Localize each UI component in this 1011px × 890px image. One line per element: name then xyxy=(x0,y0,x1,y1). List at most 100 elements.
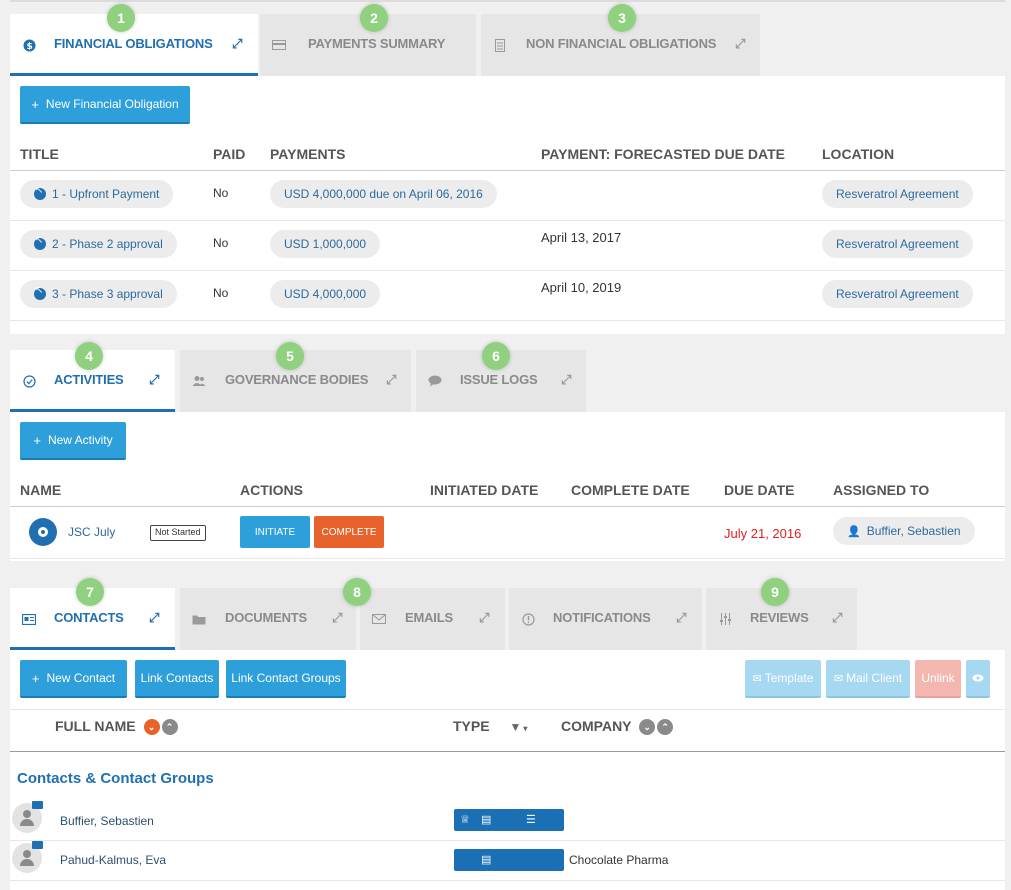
view-button[interactable] xyxy=(966,660,990,698)
callout-badge: 5 xyxy=(276,342,304,370)
obligation-title-link[interactable]: 2 - Phase 2 approval xyxy=(20,230,177,258)
tab-label: ISSUE LOGS xyxy=(460,372,538,387)
sort-asc-icon[interactable]: ⌃ xyxy=(161,719,178,736)
location-pill[interactable]: Resveratrol Agreement xyxy=(822,180,973,208)
callout-badge: 9 xyxy=(761,578,789,606)
folder-icon xyxy=(192,612,206,626)
callout-badge: 3 xyxy=(608,4,636,32)
assignee-pill[interactable]: 👤 Buffier, Sebastien xyxy=(833,517,975,545)
header-divider xyxy=(10,170,1005,171)
expand-icon[interactable]: ⤢ xyxy=(149,610,159,626)
contacts-panel: CONTACTS ⤢ DOCUMENTS ⤢ EMAILS ⤢ NOTIFICA… xyxy=(10,588,1005,890)
col-label: FULL NAME xyxy=(55,718,136,734)
payment-pill[interactable]: USD 1,000,000 xyxy=(270,230,381,258)
expand-icon[interactable]: ⤢ xyxy=(332,610,342,626)
col-location[interactable]: LOCATION xyxy=(822,146,894,162)
svg-text:$: $ xyxy=(26,42,32,52)
row-divider xyxy=(10,320,1005,321)
new-financial-obligation-button[interactable]: + New Financial Obligation xyxy=(20,86,190,124)
expand-icon[interactable]: ⤢ xyxy=(149,372,159,388)
row-divider xyxy=(10,880,1005,881)
expand-icon[interactable]: ⤢ xyxy=(735,36,745,52)
unlink-button[interactable]: Unlink xyxy=(915,660,961,698)
expand-icon[interactable]: ⤢ xyxy=(479,610,489,626)
chevron-down-icon[interactable]: ▾ xyxy=(523,724,527,733)
expand-icon[interactable]: ⤢ xyxy=(386,372,396,388)
filter-icon[interactable]: ▼ xyxy=(509,720,521,734)
arrow-icon xyxy=(34,235,46,250)
obligation-title-link[interactable]: 1 - Upfront Payment xyxy=(20,180,174,208)
callout-badge: 6 xyxy=(482,342,510,370)
col-due-date[interactable]: DUE DATE xyxy=(724,482,795,498)
obligations-tabbar: $ FINANCIAL OBLIGATIONS ⤢ PAYMENTS SUMMA… xyxy=(10,14,1005,76)
sort-desc-icon[interactable]: ⌄ xyxy=(143,719,160,736)
complete-button[interactable]: COMPLETE xyxy=(314,516,384,548)
paid-value: No xyxy=(213,286,229,300)
link-contacts-button[interactable]: Link Contacts xyxy=(135,660,219,698)
col-due[interactable]: PAYMENT: FORECASTED DUE DATE xyxy=(541,146,785,162)
tab-notifications[interactable]: NOTIFICATIONS ⤢ xyxy=(509,588,702,650)
sort-desc-icon[interactable]: ⌄ xyxy=(639,719,656,736)
envelope-icon: ✉ xyxy=(833,672,844,685)
col-company[interactable]: COMPANY ⌄ ⌃ xyxy=(561,718,674,736)
tab-label: EMAILS xyxy=(405,610,453,625)
col-assigned-to[interactable]: ASSIGNED TO xyxy=(833,482,929,498)
contact-name-link[interactable]: Pahud-Kalmus, Eva xyxy=(60,853,166,867)
activity-status-icon[interactable] xyxy=(29,518,57,546)
link-contact-groups-button[interactable]: Link Contact Groups xyxy=(226,660,346,698)
col-paid[interactable]: PAID xyxy=(213,146,245,162)
col-name[interactable]: NAME xyxy=(20,482,61,498)
tab-emails[interactable]: EMAILS ⤢ xyxy=(360,588,505,650)
location-pill[interactable]: Resveratrol Agreement xyxy=(822,280,973,308)
col-label: TYPE xyxy=(453,718,490,734)
due-date: April 13, 2017 xyxy=(541,230,622,245)
col-type[interactable]: TYPE ▼ ▾ xyxy=(453,718,527,734)
payment-pill[interactable]: USD 4,000,000 xyxy=(270,280,381,308)
contact-name-link[interactable]: Buffier, Sebastien xyxy=(60,814,154,828)
tab-label: FINANCIAL OBLIGATIONS xyxy=(54,36,213,51)
envelope-icon: ✉ xyxy=(752,672,762,685)
dollar-icon: $ xyxy=(22,38,36,52)
location-pill[interactable]: Resveratrol Agreement xyxy=(822,230,973,258)
col-actions[interactable]: ACTIONS xyxy=(240,482,303,498)
assignee-name: Buffier, Sebastien xyxy=(866,524,961,538)
expand-icon[interactable]: ⤢ xyxy=(676,610,686,626)
expand-icon[interactable]: ⤢ xyxy=(561,372,571,388)
title-text: 2 - Phase 2 approval xyxy=(52,237,163,251)
mail-client-button[interactable]: ✉ Mail Client xyxy=(826,660,910,698)
status-badge: Not Started xyxy=(150,525,206,541)
contact-card-icon: ▤ xyxy=(481,814,492,826)
new-activity-button[interactable]: + New Activity xyxy=(20,422,126,460)
obligation-title-link[interactable]: 3 - Phase 3 approval xyxy=(20,280,177,308)
avatar xyxy=(12,841,43,873)
initiate-button[interactable]: INITIATE xyxy=(240,516,310,548)
title-text: 1 - Upfront Payment xyxy=(52,187,160,201)
col-initiated-date[interactable]: INITIATED DATE xyxy=(430,482,538,498)
user-icon: 👤 xyxy=(847,525,861,538)
col-full-name[interactable]: FULL NAME ⌄ ⌃ xyxy=(55,718,178,736)
tab-documents[interactable]: DOCUMENTS ⤢ xyxy=(180,588,356,650)
new-contact-button[interactable]: + New Contact xyxy=(20,660,127,698)
tab-financial-obligations[interactable]: $ FINANCIAL OBLIGATIONS ⤢ xyxy=(10,14,258,76)
tab-label: ACTIVITIES xyxy=(54,372,124,387)
title-text: 3 - Phase 3 approval xyxy=(52,287,163,301)
envelope-icon xyxy=(32,841,43,849)
callout-badge: 1 xyxy=(107,4,135,32)
group-heading: Contacts & Contact Groups xyxy=(17,770,214,787)
activity-name-link[interactable]: JSC July xyxy=(68,525,115,539)
expand-icon[interactable]: ⤢ xyxy=(232,36,242,52)
tab-label: PAYMENTS SUMMARY xyxy=(308,36,446,51)
due-date-overdue: July 21, 2016 xyxy=(724,526,802,541)
sort-asc-icon[interactable]: ⌃ xyxy=(657,719,674,736)
crown-icon: ♕ xyxy=(460,814,470,826)
expand-icon[interactable]: ⤢ xyxy=(832,610,842,626)
sliders-icon xyxy=(718,612,732,626)
col-title[interactable]: TITLE xyxy=(20,146,59,162)
callout-badge: 7 xyxy=(76,578,104,606)
header-divider xyxy=(10,506,1005,507)
col-complete-date[interactable]: COMPLETE DATE xyxy=(571,482,690,498)
template-button[interactable]: ✉ Template xyxy=(745,660,821,698)
payment-pill[interactable]: USD 4,000,000 due on April 06, 2016 xyxy=(270,180,497,208)
row-divider xyxy=(10,270,1005,271)
col-payments[interactable]: PAYMENTS xyxy=(270,146,345,162)
